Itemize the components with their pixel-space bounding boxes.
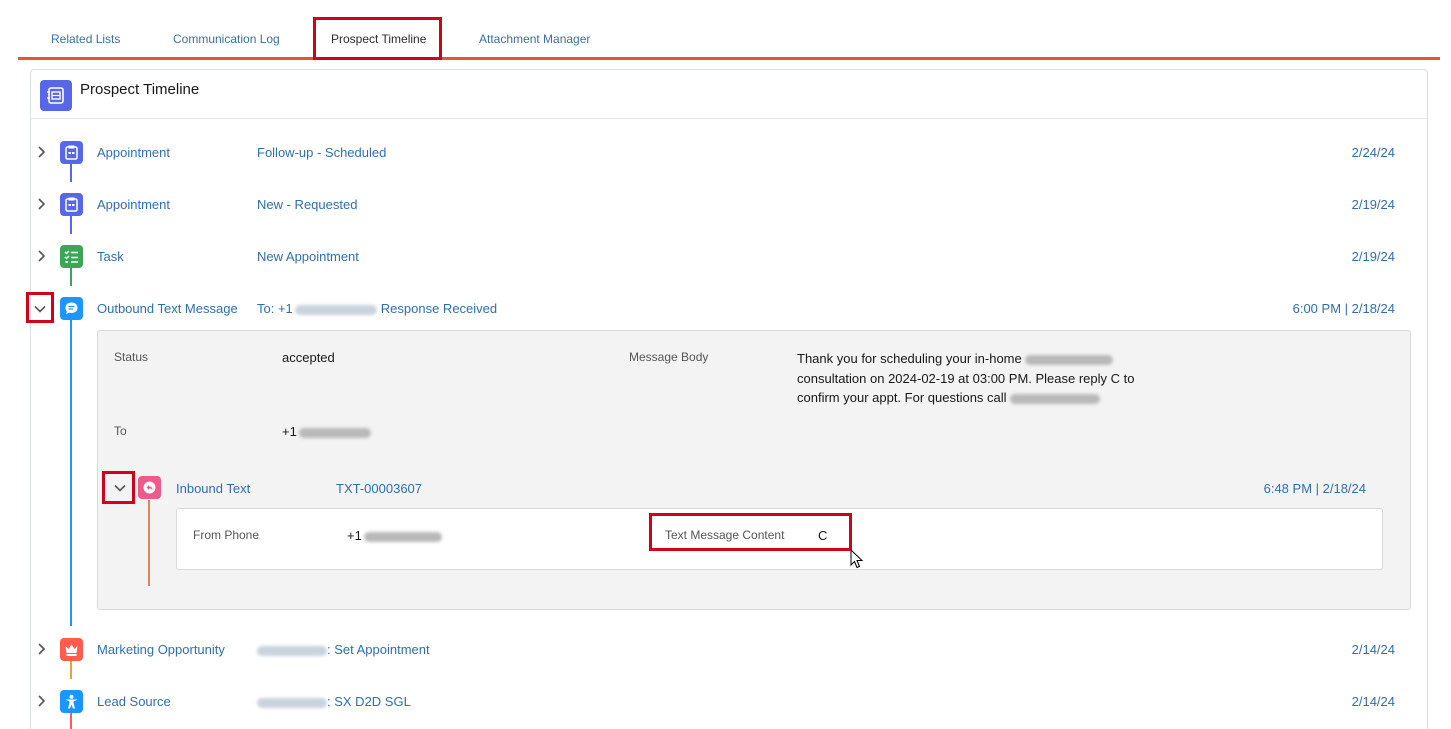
reply-bubble-icon (138, 476, 161, 499)
timeline-item-subject[interactable]: To: +1 Response Received (257, 301, 497, 316)
timeline-item-type[interactable]: Marketing Opportunity (97, 642, 225, 657)
to-label: To (114, 424, 127, 438)
inbound-type[interactable]: Inbound Text (176, 481, 250, 496)
timeline-connector (70, 320, 72, 626)
timeline-item-type[interactable]: Task (97, 249, 124, 264)
expanded-detail-panel: Status accepted Message Body Thank you f… (97, 330, 1411, 610)
response-status: Response Received (380, 301, 498, 316)
message-line: confirm your appt. For questions call (797, 390, 1007, 405)
tab-bar: Related Lists Communication Log Prospect… (18, 0, 1440, 60)
message-body-label: Message Body (629, 350, 709, 364)
chevron-right-icon[interactable] (34, 197, 48, 211)
timeline-item-subject[interactable]: New - Requested (257, 197, 357, 212)
timeline-item-subject[interactable]: New Appointment (257, 249, 359, 264)
timeline-item-date: 2/19/24 (1351, 249, 1395, 264)
redacted-phone (298, 427, 371, 438)
timeline-connector (70, 164, 72, 182)
timeline-connector (70, 713, 72, 729)
highlight-box-message-content (649, 513, 852, 551)
timeline-item[interactable]: Task New Appointment 2/19/24 (0, 245, 1451, 269)
timeline-item-type[interactable]: Outbound Text Message (97, 301, 238, 316)
recipient-prefix: To: +1 (257, 301, 293, 316)
card-title: Prospect Timeline (80, 81, 200, 98)
timeline-connector (148, 500, 150, 586)
from-phone-label: From Phone (193, 528, 260, 542)
card-header: Prospect Timeline (31, 70, 1427, 119)
timeline-item[interactable]: Appointment New - Requested 2/19/24 (0, 193, 1451, 217)
subject-suffix: : Set Appointment (327, 642, 430, 657)
calendar-icon (60, 141, 83, 164)
status-value: accepted (282, 350, 335, 365)
chevron-right-icon[interactable] (34, 249, 48, 263)
timeline-icon (40, 80, 72, 111)
from-phone-value: +1 (347, 528, 442, 543)
crown-icon (60, 638, 83, 661)
mouse-cursor-icon (850, 549, 864, 569)
redacted-text (1010, 393, 1101, 404)
person-icon (60, 690, 83, 713)
timeline-item-type[interactable]: Appointment (97, 197, 170, 212)
highlight-box-active-tab (313, 17, 442, 60)
timeline-item[interactable]: Appointment Follow-up - Scheduled 2/24/2… (0, 141, 1451, 165)
subject-suffix: : SX D2D SGL (327, 694, 411, 709)
inbound-subject[interactable]: TXT-00003607 (336, 481, 422, 496)
highlight-box-expand-toggle (26, 292, 54, 323)
tab-related-lists[interactable]: Related Lists (51, 32, 120, 46)
task-list-icon (60, 245, 83, 268)
to-value: +1 (282, 424, 371, 439)
redacted-name (257, 645, 327, 656)
chevron-right-icon[interactable] (34, 145, 48, 159)
timeline-item[interactable]: Marketing Opportunity : Set Appointment … (0, 638, 1451, 662)
message-line: Thank you for scheduling your in-home (797, 351, 1022, 366)
highlight-box-inbound-toggle (102, 471, 135, 504)
calendar-icon (60, 193, 83, 216)
timeline-item-date: 2/24/24 (1351, 145, 1395, 160)
timeline-item[interactable]: Outbound Text Message To: +1 Response Rec… (0, 297, 1451, 321)
chevron-right-icon[interactable] (34, 642, 48, 656)
timeline-item-type[interactable]: Appointment (97, 145, 170, 160)
timeline-item-date: 2/19/24 (1351, 197, 1395, 212)
tab-communication-log[interactable]: Communication Log (173, 32, 280, 46)
timeline-item-date: 6:00 PM | 2/18/24 (1292, 301, 1395, 316)
redacted-phone (294, 304, 377, 315)
timeline-connector (70, 216, 72, 234)
timeline-item-type[interactable]: Lead Source (97, 694, 171, 709)
timeline-connector (70, 268, 72, 286)
timeline-connector (70, 661, 72, 679)
message-body-value: Thank you for scheduling your in-home co… (797, 349, 1147, 408)
tab-attachment-manager[interactable]: Attachment Manager (479, 32, 590, 46)
chevron-right-icon[interactable] (34, 694, 48, 708)
timeline-item-subject[interactable]: : Set Appointment (257, 642, 430, 657)
inbound-date: 6:48 PM | 2/18/24 (1263, 481, 1366, 496)
timeline-item-date: 2/14/24 (1351, 694, 1395, 709)
status-label: Status (114, 350, 149, 364)
redacted-phone (363, 531, 442, 542)
timeline-item-subject[interactable]: : SX D2D SGL (257, 694, 411, 709)
timeline-item[interactable]: Lead Source : SX D2D SGL 2/14/24 (0, 690, 1451, 714)
timeline-item-subject[interactable]: Follow-up - Scheduled (257, 145, 386, 160)
chat-bubble-icon (60, 297, 83, 320)
redacted-name (257, 697, 327, 708)
from-prefix: +1 (347, 528, 362, 543)
redacted-text (1025, 354, 1114, 365)
timeline-item-date: 2/14/24 (1351, 642, 1395, 657)
to-prefix: +1 (282, 424, 297, 439)
message-line: consultation on 2024-02-19 at 03:00 PM. … (797, 370, 1135, 386)
